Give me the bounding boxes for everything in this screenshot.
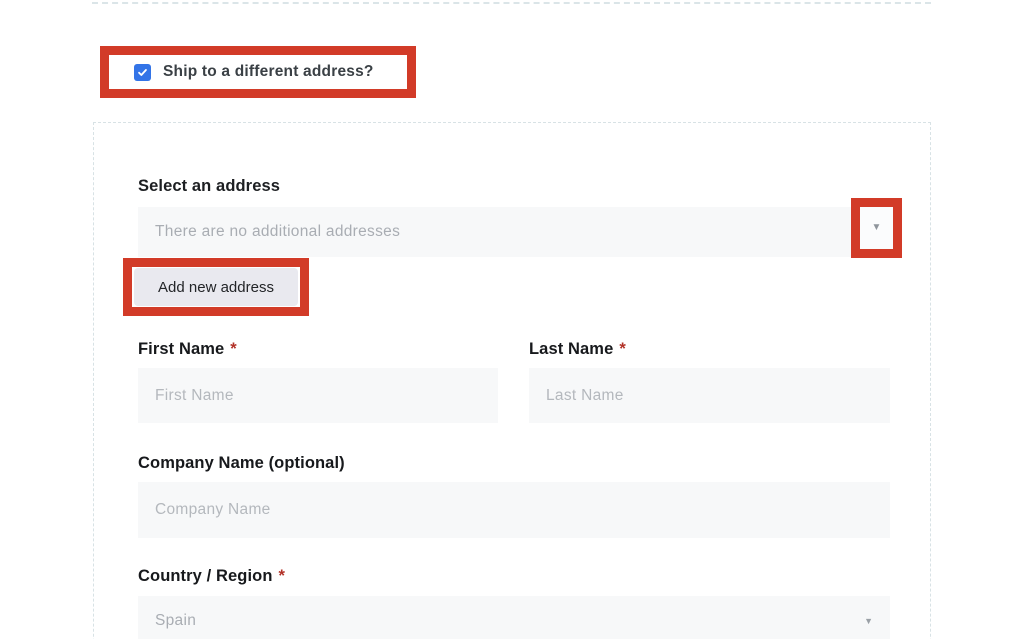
required-marker: * [279, 567, 286, 585]
country-region-label: Country / Region * [138, 567, 285, 586]
country-region-label-text: Country / Region [138, 567, 273, 585]
required-marker: * [230, 340, 237, 358]
last-name-label: Last Name * [529, 340, 626, 359]
add-new-address-button[interactable]: Add new address [134, 268, 298, 306]
last-name-input[interactable] [529, 368, 890, 423]
section-divider [92, 2, 931, 4]
checkmark-icon [137, 67, 148, 78]
address-select-dropdown-arrow-icon[interactable]: ▼ [872, 223, 882, 233]
company-name-label: Company Name (optional) [138, 454, 345, 473]
country-select-value: Spain [155, 612, 196, 630]
ship-checkbox-row: Ship to a different address? [109, 55, 407, 89]
first-name-input[interactable] [138, 368, 498, 423]
select-address-label: Select an address [138, 177, 280, 196]
annotation-box-ship-checkbox: Ship to a different address? [100, 46, 416, 98]
address-select-value: There are no additional addresses [155, 223, 400, 241]
company-name-input[interactable] [138, 482, 890, 538]
address-select[interactable]: There are no additional addresses [138, 207, 890, 257]
required-marker: * [619, 340, 626, 358]
country-dropdown-arrow-icon: ▼ [864, 617, 873, 626]
last-name-label-text: Last Name [529, 340, 613, 358]
ship-different-address-checkbox[interactable] [134, 64, 151, 81]
first-name-label-text: First Name [138, 340, 224, 358]
country-select[interactable]: Spain ▼ [138, 596, 890, 639]
ship-different-address-label[interactable]: Ship to a different address? [163, 63, 374, 81]
company-name-label-text: Company Name (optional) [138, 454, 345, 472]
first-name-label: First Name * [138, 340, 237, 359]
annotation-box-add-address: Add new address [123, 258, 309, 316]
checkout-shipping-section: Ship to a different address? Select an a… [0, 0, 1024, 639]
annotation-box-select-arrow: ▼ [851, 198, 902, 258]
